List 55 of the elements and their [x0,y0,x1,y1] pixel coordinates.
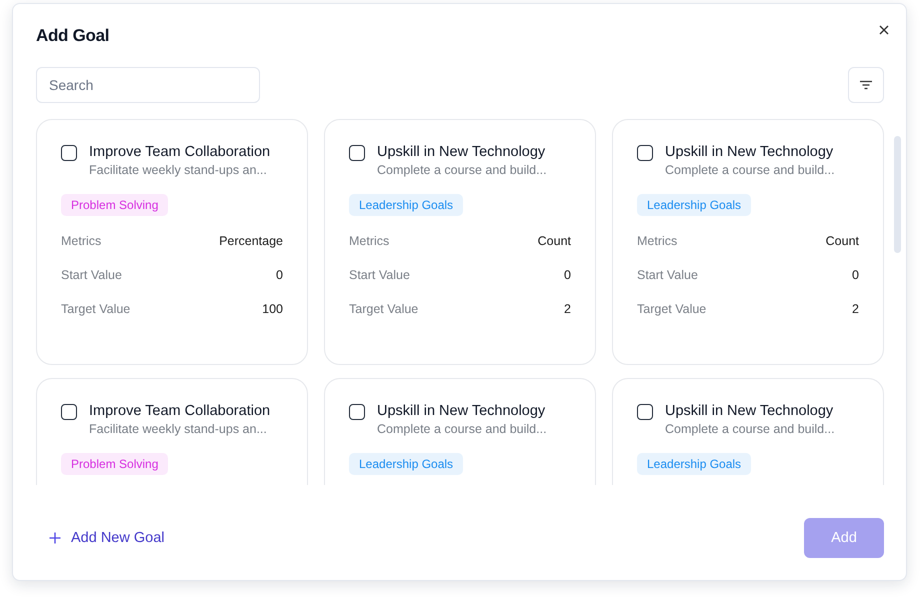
category-tag: Problem Solving [61,453,168,475]
goal-card[interactable]: Improve Team Collaboration Facilitate weekly stand-ups an... Problem Solving Metrics Percentage Start Value 0 Target Value 100 [36,119,308,365]
checkbox[interactable] [61,145,77,161]
plus-icon [49,532,61,544]
goal-title: Upskill in New Technology [665,403,834,419]
goal-card[interactable]: Upskill in New Technology Complete a course and build... Leadership Goals [324,378,596,485]
metric-label: Target Value [637,302,706,316]
goal-title: Upskill in New Technology [665,144,834,160]
search-field[interactable]: Search [36,67,260,103]
goal-description: Facilitate weekly stand-ups an... [89,422,268,436]
goal-title: Improve Team Collaboration [89,403,270,419]
category-tag: Leadership Goals [637,453,752,475]
goal-description: Complete a course and build... [665,422,835,436]
dialog-title: Add Goal [36,26,110,46]
metric-label: Metrics [61,234,102,248]
category-tag: Problem Solving [61,194,168,216]
goal-description: Complete a course and build... [377,163,547,177]
add-new-goal-link[interactable]: Add New Goal [49,530,164,546]
metric-value: Count [826,234,859,248]
metric-label: Start Value [349,268,410,282]
metric-label: Metrics [637,234,678,248]
category-tag: Leadership Goals [637,194,752,216]
scrollbar-thumb[interactable] [894,136,901,253]
metric-value: 0 [564,268,571,282]
close-icon [878,24,890,36]
checkbox[interactable] [349,145,365,161]
goal-card[interactable]: Upskill in New Technology Complete a course and build... Leadership Goals Metrics Count Start Value 0 Target Value 2 [612,119,884,365]
metric-label: Target Value [349,302,418,316]
checkbox[interactable] [637,145,653,161]
metric-value: 0 [852,268,859,282]
checkbox[interactable] [61,404,77,420]
metric-value: Count [538,234,571,248]
close-button[interactable] [878,24,890,36]
metric-value: 2 [564,302,571,316]
filter-icon [859,80,873,90]
metric-value: 2 [852,302,859,316]
metric-value: Percentage [219,234,283,248]
goal-title: Upskill in New Technology [377,403,546,419]
metric-label: Start Value [61,268,122,282]
category-tag: Leadership Goals [349,453,464,475]
category-tag: Leadership Goals [349,194,464,216]
goal-card[interactable]: Upskill in New Technology Complete a course and build... Leadership Goals Metrics Count Start Value 0 Target Value 2 [324,119,596,365]
checkbox[interactable] [637,404,653,420]
metric-value: 100 [262,302,283,316]
metric-value: 0 [276,268,283,282]
metric-label: Target Value [61,302,130,316]
metric-label: Metrics [349,234,390,248]
goal-description: Complete a course and build... [377,422,547,436]
goal-title: Improve Team Collaboration [89,144,270,160]
checkbox[interactable] [349,404,365,420]
goal-card[interactable]: Improve Team Collaboration Facilitate weekly stand-ups an... Problem Solving [36,378,308,485]
goal-title: Upskill in New Technology [377,144,546,160]
goal-description: Facilitate weekly stand-ups an... [89,163,268,177]
metric-label: Start Value [637,268,698,282]
goal-description: Complete a course and build... [665,163,835,177]
